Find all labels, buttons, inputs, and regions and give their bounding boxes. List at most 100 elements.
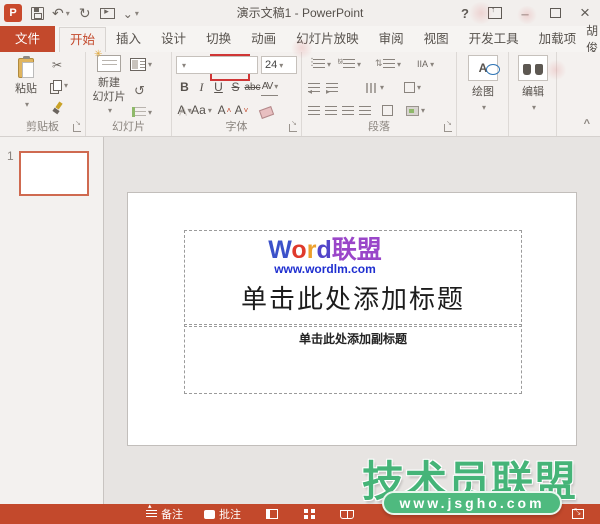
text-direction-button[interactable]: IIA	[417, 59, 434, 69]
slide-layout-button[interactable]	[130, 58, 152, 71]
align-text-button[interactable]	[404, 82, 421, 93]
font-name-combo[interactable]	[176, 56, 258, 74]
new-slide-label-2: 幻灯片	[90, 88, 128, 116]
tab-view[interactable]: 视图	[414, 27, 459, 52]
underline-button[interactable]: U	[210, 78, 227, 96]
fit-window-icon	[572, 507, 584, 519]
logo-letter: r	[306, 236, 317, 264]
bullets-button[interactable]	[307, 57, 331, 69]
logo-letter: 联盟	[331, 236, 382, 264]
increase-indent-button[interactable]	[326, 82, 338, 93]
justify-button[interactable]	[359, 105, 371, 116]
help-icon	[461, 6, 469, 21]
minimize-button[interactable]	[516, 4, 534, 22]
slide-sorter-view-button[interactable]	[304, 504, 315, 524]
tab-developer[interactable]: 开发工具	[459, 27, 529, 52]
subtitle-placeholder[interactable]: 单击此处添加副标题	[184, 324, 522, 394]
align-right-button[interactable]	[342, 105, 354, 116]
tab-animations[interactable]: 动画	[241, 27, 286, 52]
align-left-button[interactable]	[308, 105, 320, 116]
smartart-icon	[406, 105, 419, 116]
window-controls	[456, 0, 594, 26]
paragraph-dialog-launcher[interactable]	[444, 119, 452, 132]
clipboard-dialog-launcher[interactable]	[73, 119, 81, 132]
notes-button[interactable]: 备注	[146, 502, 183, 524]
minimize-icon	[521, 6, 528, 21]
normal-view-button[interactable]	[266, 504, 278, 524]
ribbon-display-options-button[interactable]	[486, 4, 504, 22]
new-slide-button[interactable]: 新建 幻灯片	[90, 49, 128, 116]
clear-formatting-button[interactable]	[258, 101, 275, 119]
font-dialog-launcher[interactable]	[289, 119, 297, 132]
font-size-value: 24	[265, 59, 278, 71]
decrease-font-size-button[interactable]: A	[233, 101, 250, 119]
italic-button[interactable]: I	[193, 78, 210, 96]
maximize-button[interactable]	[546, 4, 564, 22]
normal-view-icon	[266, 509, 278, 519]
align-left-icon	[308, 105, 320, 116]
line-spacing-button[interactable]	[375, 58, 401, 69]
align-center-button[interactable]	[325, 105, 337, 116]
bold-button[interactable]: B	[176, 78, 193, 96]
paragraph-group-label: 段落	[368, 121, 390, 133]
cut-button[interactable]	[52, 58, 62, 72]
justify-icon	[359, 105, 371, 116]
strikethrough-button[interactable]: abc	[244, 78, 261, 96]
drawing-dropdown[interactable]	[480, 101, 486, 113]
tab-file[interactable]: 文件	[0, 26, 56, 52]
binoculars-icon	[523, 62, 543, 75]
logo-letter: o	[291, 236, 307, 264]
drawing-button[interactable]: 绘图	[467, 55, 499, 113]
comments-button[interactable]: 批注	[204, 504, 241, 524]
wordlm-logo: Word联盟 www.wordlm.com	[157, 236, 493, 276]
tab-review[interactable]: 审阅	[369, 27, 414, 52]
slide-thumbnail-1[interactable]	[19, 151, 89, 196]
format-painter-button[interactable]	[52, 102, 64, 114]
decrease-indent-button[interactable]	[308, 82, 320, 93]
title-placeholder[interactable]: Word联盟 www.wordlm.com 单击此处添加标题	[184, 230, 522, 327]
tab-slideshow[interactable]: 幻灯片放映	[286, 27, 369, 52]
convert-smartart-button[interactable]	[406, 105, 425, 116]
copy-button[interactable]	[50, 80, 68, 91]
numbering-button[interactable]	[336, 58, 361, 69]
reset-slide-button[interactable]	[134, 83, 145, 99]
ribbon: 粘贴 剪贴板 新建 幻灯片 幻灯片 24	[0, 38, 600, 137]
change-case-button[interactable]: Aa	[191, 101, 210, 119]
numbering-icon	[336, 58, 356, 69]
font-size-combo[interactable]: 24	[261, 56, 297, 74]
drawing-label: 绘图	[472, 86, 494, 98]
section-button[interactable]	[130, 107, 152, 117]
notes-icon	[146, 502, 157, 518]
title-placeholder-text: 单击此处添加标题	[240, 285, 465, 314]
line-spacing-icon	[375, 58, 396, 69]
editing-button[interactable]: 编辑	[517, 55, 549, 113]
slide-sorter-icon	[304, 509, 315, 519]
distribute-button[interactable]	[382, 105, 393, 116]
columns-button[interactable]	[366, 82, 384, 93]
tab-addins[interactable]: 加载项	[529, 27, 587, 52]
tab-insert[interactable]: 插入	[106, 27, 151, 52]
increase-font-size-button[interactable]: A	[216, 101, 233, 119]
group-slides: 新建 幻灯片 幻灯片	[86, 49, 250, 136]
account-area[interactable]: 胡俊	[586, 24, 600, 55]
slide-number: 1	[7, 149, 14, 163]
text-shadow-s-button[interactable]: S	[227, 78, 244, 96]
comments-icon	[204, 509, 215, 519]
collapse-ribbon-button[interactable]	[584, 118, 590, 130]
reading-view-button[interactable]	[340, 504, 354, 524]
paste-dropdown[interactable]	[23, 98, 29, 110]
editing-label: 编辑	[522, 86, 544, 98]
character-spacing-button[interactable]: AV	[261, 78, 278, 96]
editing-dropdown[interactable]	[530, 101, 536, 113]
decrease-indent-icon	[308, 82, 320, 93]
help-button[interactable]	[456, 4, 474, 22]
paste-button[interactable]: 粘贴	[8, 55, 44, 110]
tab-design[interactable]: 设计	[151, 27, 196, 52]
distribute-icon	[382, 105, 393, 116]
user-name[interactable]: 胡俊	[586, 22, 600, 56]
slide-editor[interactable]: Word联盟 www.wordlm.com 单击此处添加标题 单击此处添加副标题	[127, 192, 577, 446]
new-slide-icon	[94, 49, 121, 72]
close-button[interactable]	[576, 4, 594, 22]
group-editing: 编辑	[509, 52, 557, 136]
tab-transitions[interactable]: 切换	[196, 27, 241, 52]
